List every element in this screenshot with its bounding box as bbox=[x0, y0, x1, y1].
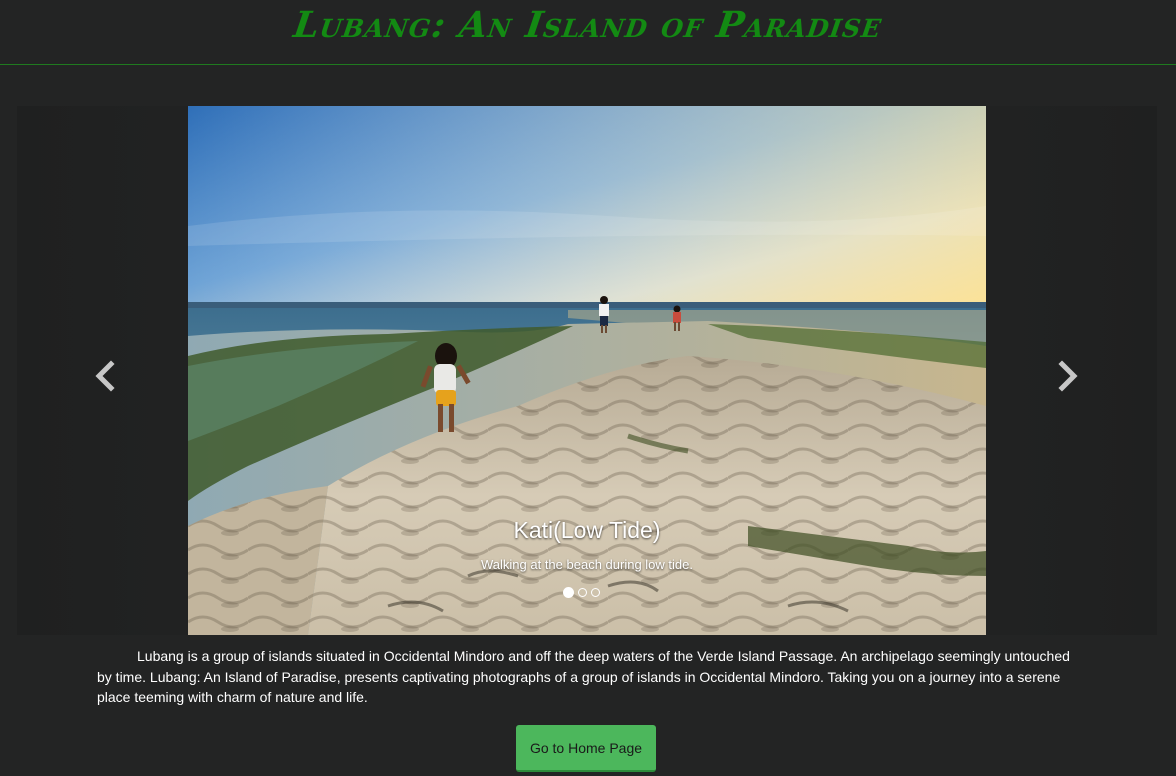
carousel-indicator-3[interactable] bbox=[591, 588, 600, 597]
slide-caption-title: Kati(Low Tide) bbox=[513, 517, 661, 543]
home-page-button[interactable]: Go to Home Page bbox=[516, 725, 656, 772]
site-title: Lubang: An Island of Paradise bbox=[290, 4, 885, 46]
page-header: Lubang: An Island of Paradise bbox=[0, 0, 1176, 65]
chevron-right-icon bbox=[1058, 360, 1078, 392]
carousel-prev-button[interactable] bbox=[85, 356, 125, 396]
image-carousel: Kati(Low Tide) Walking at the beach duri… bbox=[17, 106, 1157, 635]
carousel-indicators bbox=[563, 587, 600, 600]
intro-paragraph: Lubang is a group of islands situated in… bbox=[97, 648, 1070, 705]
slide-caption-subtitle: Walking at the beach during low tide. bbox=[481, 557, 693, 572]
slide-photo bbox=[188, 106, 986, 635]
carousel-indicator-2[interactable] bbox=[578, 588, 587, 597]
carousel-indicator-1[interactable] bbox=[563, 587, 574, 598]
carousel-next-button[interactable] bbox=[1048, 356, 1088, 396]
chevron-left-icon bbox=[95, 360, 115, 392]
